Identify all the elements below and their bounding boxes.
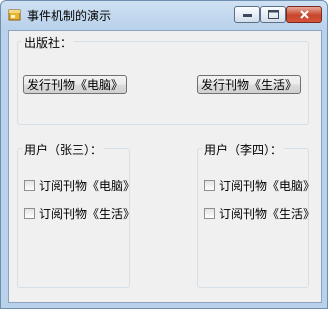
minimize-button[interactable]: [234, 6, 260, 23]
title-bar[interactable]: 事件机制的演示: [1, 1, 327, 29]
app-window: 事件机制的演示 出版社： 发行刊物《电脑》 发行刊物《生活》 用户（张三）： 订…: [0, 0, 328, 309]
form-icon: [8, 9, 21, 21]
subscribe-life-checkbox-zhangsan[interactable]: 订阅刊物《生活》: [24, 205, 135, 222]
subscribe-computer-checkbox-zhangsan[interactable]: 订阅刊物《电脑》: [24, 177, 135, 194]
subscribe-life-checkbox-lisi[interactable]: 订阅刊物《生活》: [204, 205, 315, 222]
user-lisi-group: 用户（李四）： 订阅刊物《电脑》 订阅刊物《生活》: [197, 141, 315, 288]
window-title: 事件机制的演示: [27, 9, 112, 23]
checkbox-label: 订阅刊物《生活》: [39, 207, 136, 221]
maximize-button[interactable]: [260, 6, 286, 23]
close-icon: [300, 10, 309, 19]
publish-life-button[interactable]: 发行刊物《生活》: [197, 75, 301, 94]
user-lisi-label: 用户（李四）：: [202, 141, 285, 158]
publish-computer-button[interactable]: 发行刊物《电脑》: [23, 75, 127, 94]
checkbox-label: 订阅刊物《电脑》: [219, 179, 316, 193]
close-button[interactable]: [286, 6, 322, 23]
checkbox-box[interactable]: [24, 208, 35, 219]
checkbox-box[interactable]: [204, 180, 215, 191]
checkbox-box[interactable]: [204, 208, 215, 219]
checkbox-box[interactable]: [24, 180, 35, 191]
checkbox-label: 订阅刊物《生活》: [219, 207, 316, 221]
minimize-icon: [243, 14, 252, 17]
maximize-icon: [268, 10, 279, 19]
publisher-group-label: 出版社：: [22, 34, 75, 51]
checkbox-label: 订阅刊物《电脑》: [39, 179, 136, 193]
user-zhangsan-label: 用户（张三）：: [22, 141, 105, 158]
publisher-group: 出版社： 发行刊物《电脑》 发行刊物《生活》: [17, 34, 309, 125]
subscribe-computer-checkbox-lisi[interactable]: 订阅刊物《电脑》: [204, 177, 315, 194]
user-zhangsan-group: 用户（张三）： 订阅刊物《电脑》 订阅刊物《生活》: [17, 141, 135, 288]
form-client-area: 出版社： 发行刊物《电脑》 发行刊物《生活》 用户（张三）： 订阅刊物《电脑》 …: [8, 30, 322, 303]
